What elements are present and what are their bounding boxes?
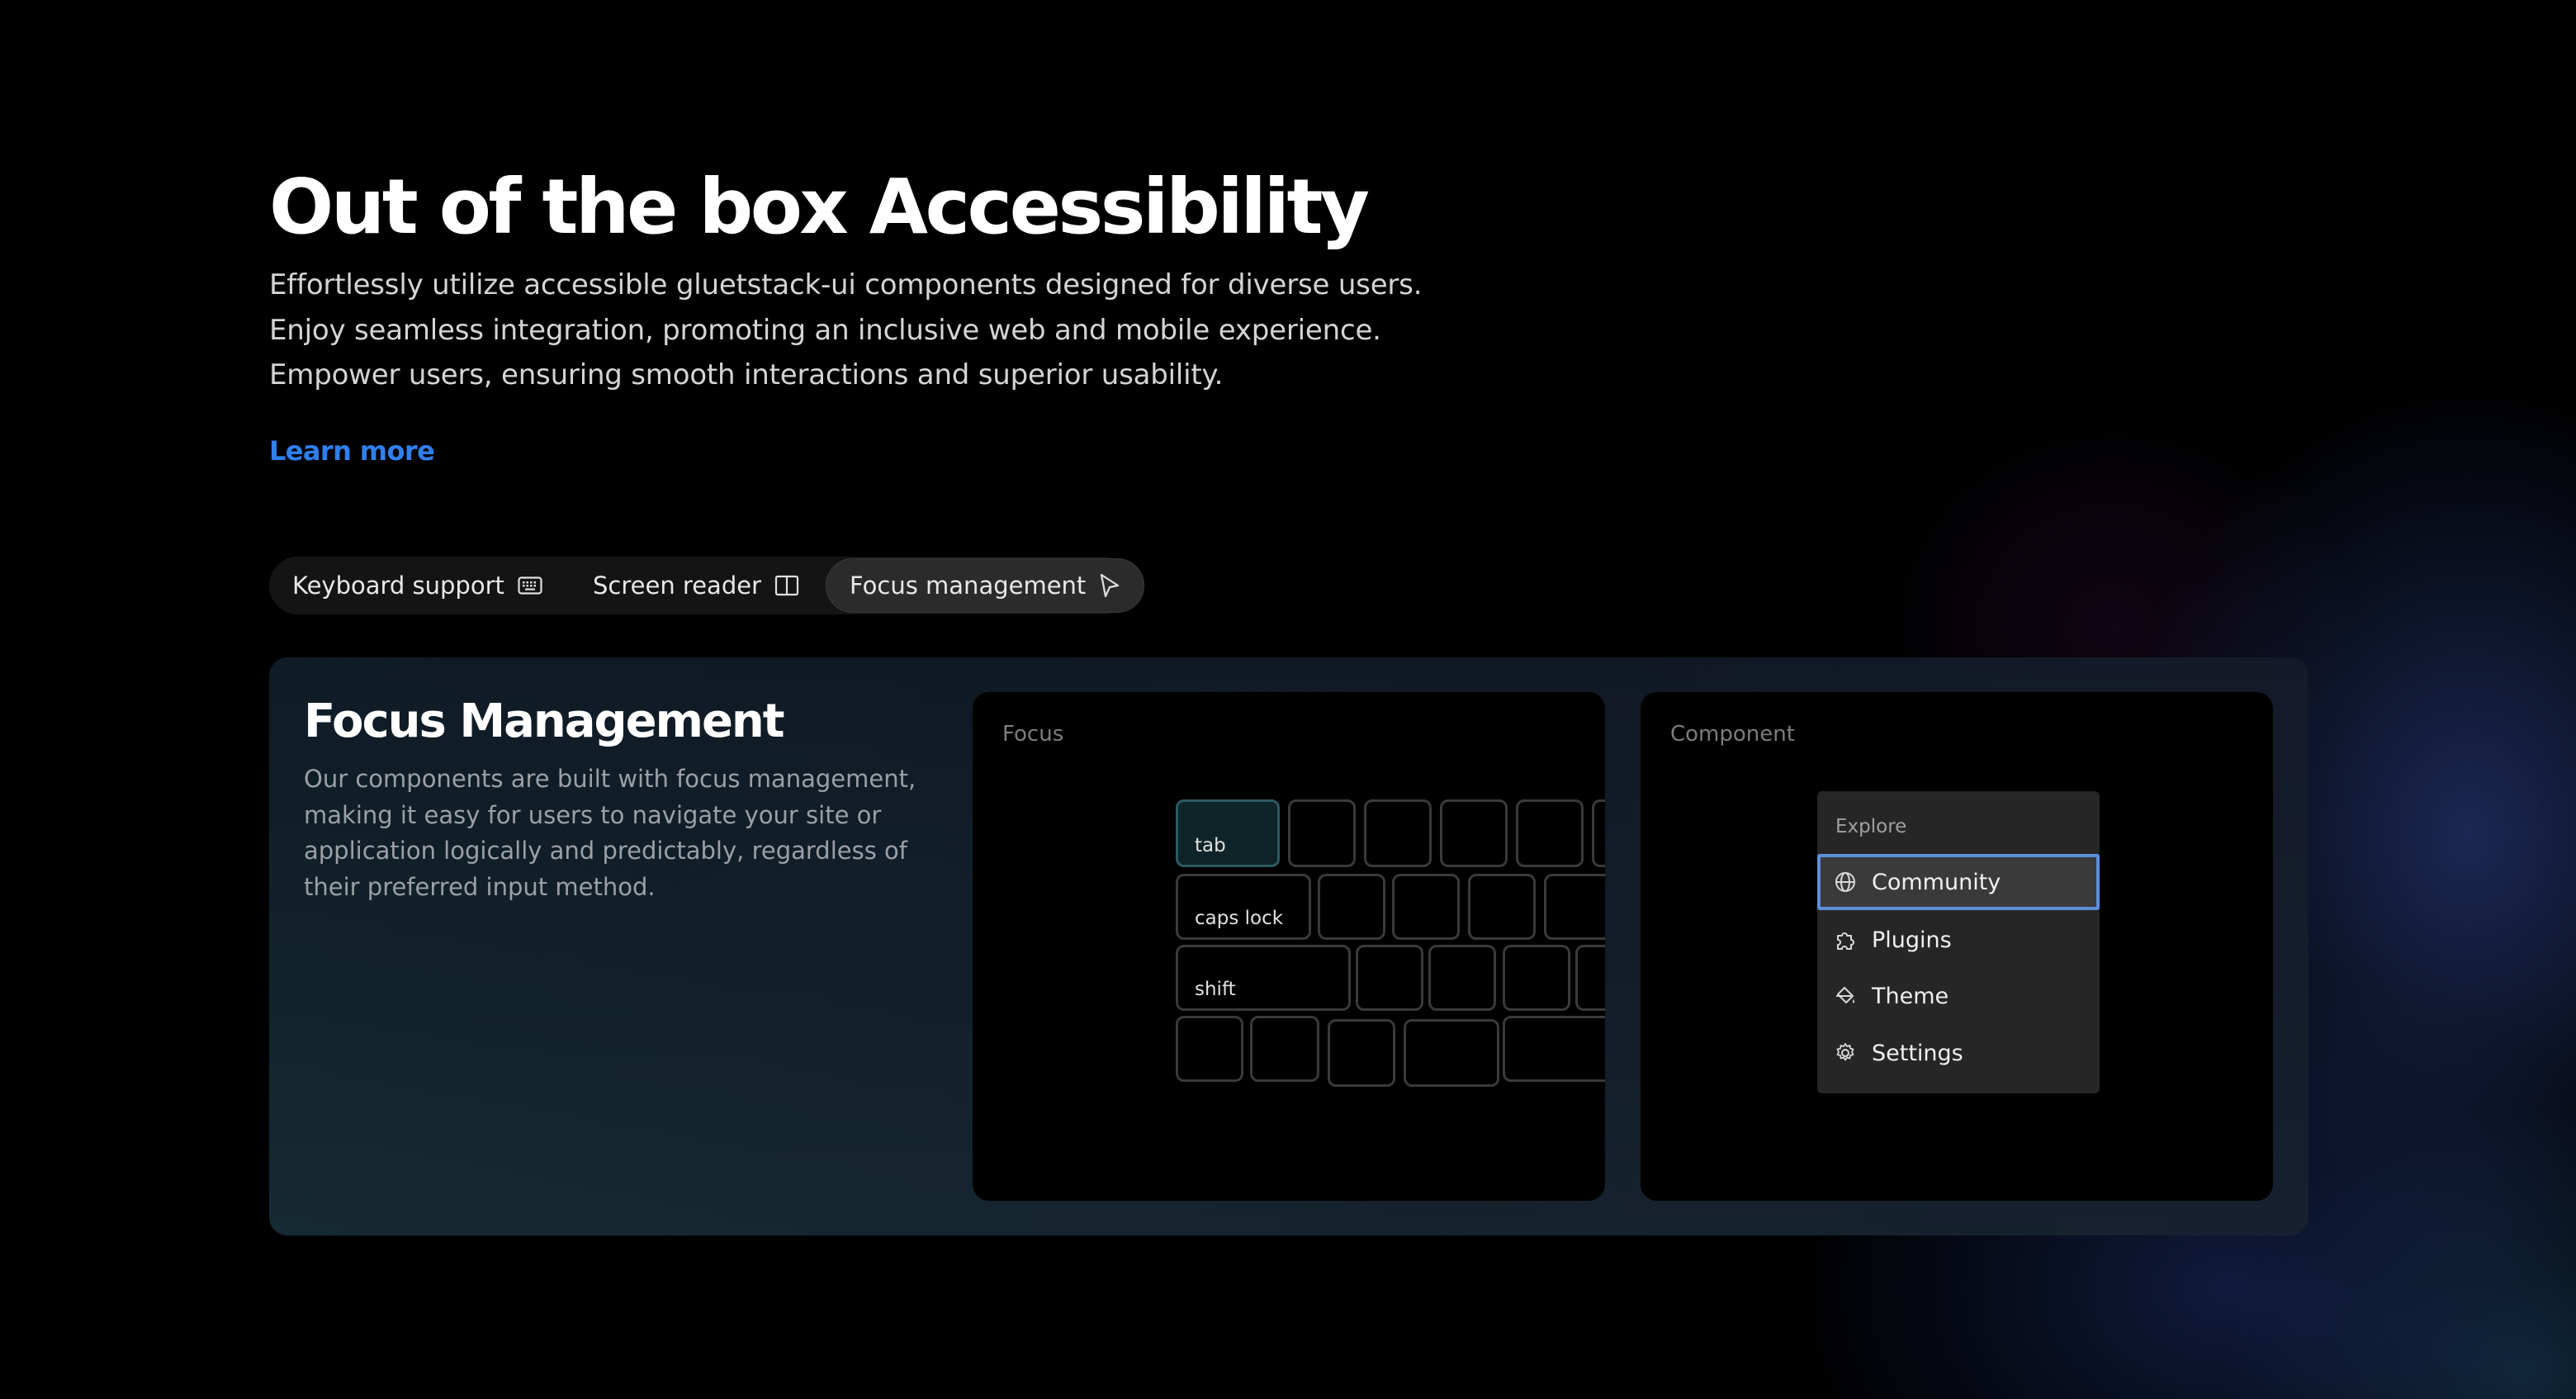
page-description: Effortlessly utilize accessible gluetsta…: [269, 268, 1423, 391]
menu-item-plugins[interactable]: Plugins: [1817, 912, 2100, 968]
keyboard-key[interactable]: [1440, 799, 1508, 867]
menu-item-label: Community: [1872, 869, 2001, 895]
panel-label: Component: [1670, 722, 1795, 747]
keyboard-key[interactable]: [1250, 1016, 1319, 1082]
menu-item-label: Theme: [1872, 983, 1949, 1009]
tab-label: Keyboard support: [292, 571, 504, 600]
keyboard-key[interactable]: [1176, 1016, 1243, 1082]
key-label: caps lock: [1195, 908, 1284, 929]
paint-bucket-icon: [1834, 984, 1857, 1008]
key-label: shift: [1195, 979, 1236, 1000]
keyboard-key[interactable]: [1318, 874, 1385, 940]
keyboard-key[interactable]: [1592, 799, 1605, 867]
keyboard-key[interactable]: [1364, 799, 1432, 867]
component-demo-panel: Component Explore Community Plugins Them…: [1641, 692, 2273, 1201]
keyboard-key[interactable]: [1575, 945, 1605, 1011]
keyboard-key[interactable]: [1516, 799, 1584, 867]
focus-demo-panel: Focus tab caps lock shift: [973, 692, 1605, 1201]
feature-tabs: Keyboard support Screen reader Focus man…: [269, 557, 1145, 614]
tab-keyboard-support[interactable]: Keyboard support: [292, 557, 542, 614]
puzzle-icon: [1834, 928, 1857, 951]
card-description: Our components are built with focus mana…: [304, 765, 916, 901]
keyboard-key[interactable]: [1392, 874, 1460, 940]
keyboard-key[interactable]: [1328, 1019, 1395, 1087]
tab-label: Focus management: [850, 571, 1087, 600]
tab-focus-management[interactable]: Focus management: [826, 558, 1145, 613]
keyboard-key[interactable]: [1356, 945, 1423, 1011]
learn-more-link[interactable]: Learn more: [269, 431, 435, 471]
cursor-pointer-icon: [1099, 573, 1120, 598]
menu-item-community[interactable]: Community: [1817, 854, 2100, 910]
keyboard-key[interactable]: [1503, 945, 1570, 1011]
page-title: Out of the box Accessibility: [269, 163, 1370, 251]
feature-card: Focus Management Our components are buil…: [269, 657, 2308, 1235]
menu-item-label: Settings: [1872, 1040, 1963, 1066]
keyboard-icon: [518, 576, 542, 595]
tab-label: Screen reader: [593, 571, 761, 600]
menu-item-theme[interactable]: Theme: [1817, 968, 2100, 1024]
book-open-icon: [774, 575, 799, 596]
keyboard-key[interactable]: [1288, 799, 1356, 867]
keyboard-key-caps-lock[interactable]: caps lock: [1176, 874, 1311, 940]
gear-icon: [1834, 1041, 1857, 1065]
keyboard-key-tab[interactable]: tab: [1176, 799, 1280, 867]
tab-screen-reader[interactable]: Screen reader: [593, 557, 799, 614]
keyboard-key[interactable]: [1404, 1019, 1499, 1087]
menu-item-settings[interactable]: Settings: [1817, 1025, 2100, 1081]
keyboard-key-shift[interactable]: shift: [1176, 945, 1351, 1011]
key-label: tab: [1195, 835, 1226, 856]
keyboard-key-space[interactable]: [1503, 1016, 1605, 1082]
card-title: Focus Management: [304, 695, 785, 748]
explore-menu: Explore Community Plugins Theme Settings: [1817, 791, 2100, 1093]
panel-label: Focus: [1002, 722, 1064, 747]
globe-icon: [1834, 870, 1857, 894]
keyboard-key[interactable]: [1544, 874, 1605, 940]
menu-item-label: Plugins: [1872, 927, 1952, 953]
keyboard-key[interactable]: [1468, 874, 1536, 940]
keyboard-key[interactable]: [1428, 945, 1496, 1011]
menu-header: Explore: [1835, 816, 1907, 837]
